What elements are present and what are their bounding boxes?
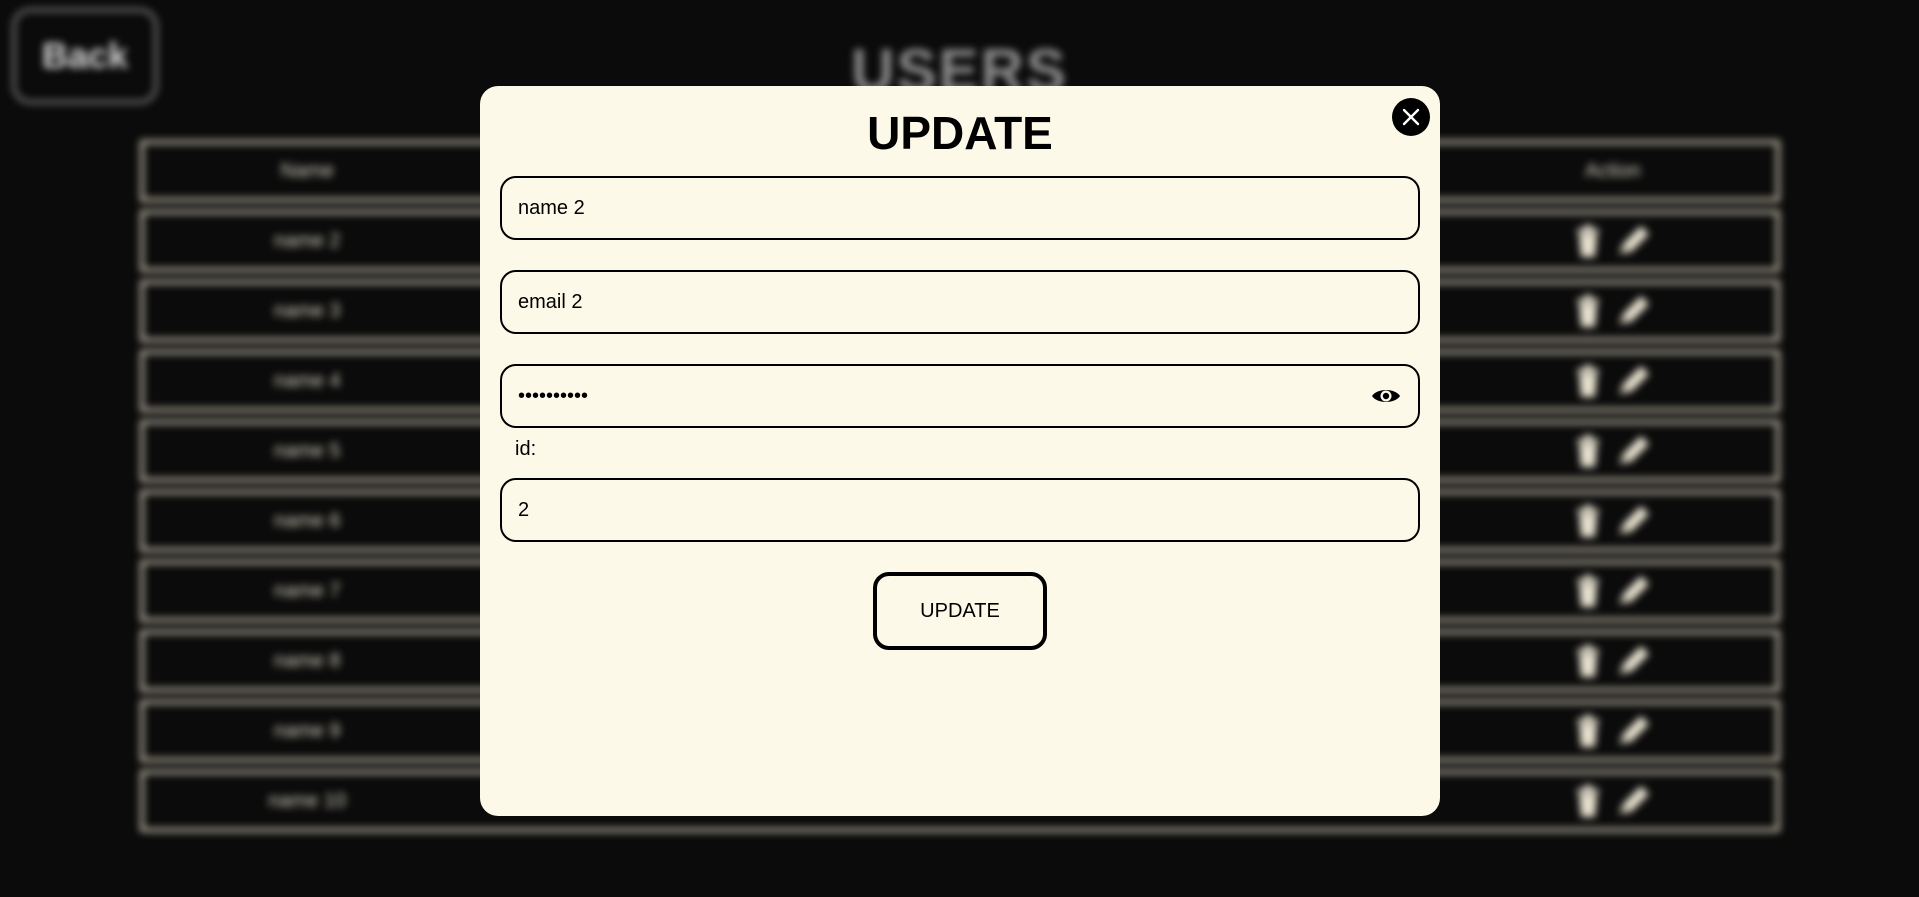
- eye-icon[interactable]: [1370, 380, 1402, 412]
- trash-icon[interactable]: [1575, 224, 1601, 258]
- row-name-cell: name 2: [273, 229, 341, 252]
- trash-icon[interactable]: [1575, 364, 1601, 398]
- trash-icon[interactable]: [1575, 504, 1601, 538]
- row-name-cell: name 8: [273, 649, 341, 672]
- pencil-icon[interactable]: [1615, 714, 1651, 748]
- pencil-icon[interactable]: [1615, 364, 1651, 398]
- column-header-name: Name: [280, 159, 334, 182]
- trash-icon[interactable]: [1575, 784, 1601, 818]
- row-action-cell: [1450, 574, 1776, 608]
- trash-icon[interactable]: [1575, 714, 1601, 748]
- pencil-icon[interactable]: [1615, 224, 1651, 258]
- email-input[interactable]: [518, 290, 1402, 314]
- row-action-cell: [1450, 224, 1776, 258]
- close-icon: [1402, 108, 1420, 126]
- password-input[interactable]: [518, 384, 1370, 408]
- pencil-icon[interactable]: [1615, 504, 1651, 538]
- close-button[interactable]: [1392, 98, 1430, 136]
- row-action-cell: [1450, 434, 1776, 468]
- pencil-icon[interactable]: [1615, 434, 1651, 468]
- row-name-cell: name 10: [268, 789, 347, 812]
- pencil-icon[interactable]: [1615, 294, 1651, 328]
- name-input[interactable]: [518, 196, 1402, 220]
- id-label: id:: [515, 438, 537, 460]
- row-action-cell: [1450, 294, 1776, 328]
- row-name-cell: name 3: [273, 299, 341, 322]
- update-modal: UPDATE id: UPDATE: [480, 86, 1440, 816]
- trash-icon[interactable]: [1575, 574, 1601, 608]
- pencil-icon[interactable]: [1615, 644, 1651, 678]
- pencil-icon[interactable]: [1615, 784, 1651, 818]
- trash-icon[interactable]: [1575, 294, 1601, 328]
- id-field[interactable]: [500, 478, 1420, 542]
- row-action-cell: [1450, 504, 1776, 538]
- row-action-cell: [1450, 714, 1776, 748]
- row-name-cell: name 5: [273, 439, 341, 462]
- row-action-cell: [1450, 364, 1776, 398]
- trash-icon[interactable]: [1575, 434, 1601, 468]
- trash-icon[interactable]: [1575, 644, 1601, 678]
- modal-title: UPDATE: [867, 107, 1053, 159]
- email-field[interactable]: [500, 270, 1420, 334]
- id-input[interactable]: [518, 498, 1402, 522]
- pencil-icon[interactable]: [1615, 574, 1651, 608]
- row-name-cell: name 4: [273, 369, 341, 392]
- update-button[interactable]: UPDATE: [873, 572, 1047, 650]
- column-header-action: Action: [1585, 159, 1641, 182]
- row-action-cell: [1450, 644, 1776, 678]
- row-action-cell: [1450, 784, 1776, 818]
- row-name-cell: name 7: [273, 579, 341, 602]
- row-name-cell: name 9: [273, 719, 341, 742]
- name-field[interactable]: [500, 176, 1420, 240]
- password-field[interactable]: [500, 364, 1420, 428]
- row-name-cell: name 6: [273, 509, 341, 532]
